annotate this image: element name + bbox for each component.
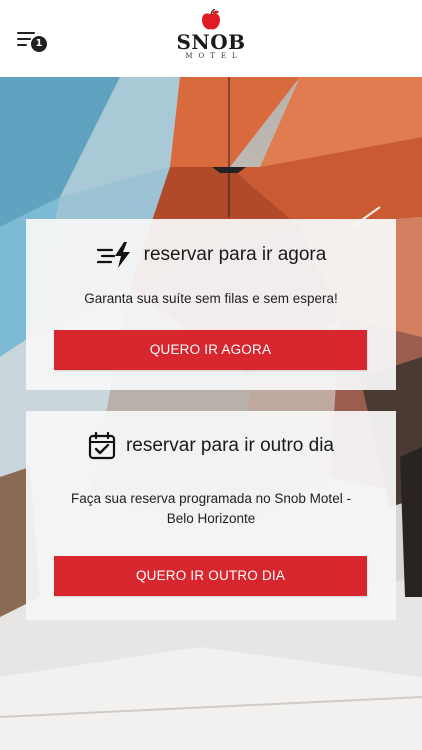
book-later-card: reservar para ir outro dia Faça sua rese… <box>26 411 396 620</box>
apple-icon <box>202 9 220 30</box>
menu-icon-line <box>17 38 31 40</box>
book-now-title-row: reservar para ir agora <box>26 241 396 269</box>
book-now-button[interactable]: QUERO IR AGORA <box>54 330 367 370</box>
calendar-check-icon <box>88 432 116 460</box>
notification-badge: 1 <box>31 36 47 52</box>
book-now-description: Garanta sua suíte sem filas e sem espera… <box>84 291 338 306</box>
book-now-title: reservar para ir agora <box>143 244 327 265</box>
book-later-description: Faça sua reserva programada no Snob Mote… <box>71 491 351 526</box>
logo-wordmark: SNOB <box>176 30 246 54</box>
book-later-button[interactable]: QUERO IR OUTRO DIA <box>54 556 367 596</box>
book-later-title-row: reservar para ir outro dia <box>26 432 396 460</box>
snob-motel-logo: SNOB MOTEL <box>170 9 252 71</box>
menu-icon-line <box>17 44 27 46</box>
menu-icon <box>17 32 35 34</box>
app-header: 1 SNOB MOTEL <box>0 0 422 77</box>
menu-button[interactable]: 1 <box>17 30 49 54</box>
book-now-card: reservar para ir agora Garanta sua suíte… <box>26 219 396 390</box>
fast-lightning-icon <box>96 242 130 268</box>
book-later-title: reservar para ir outro dia <box>125 435 335 456</box>
